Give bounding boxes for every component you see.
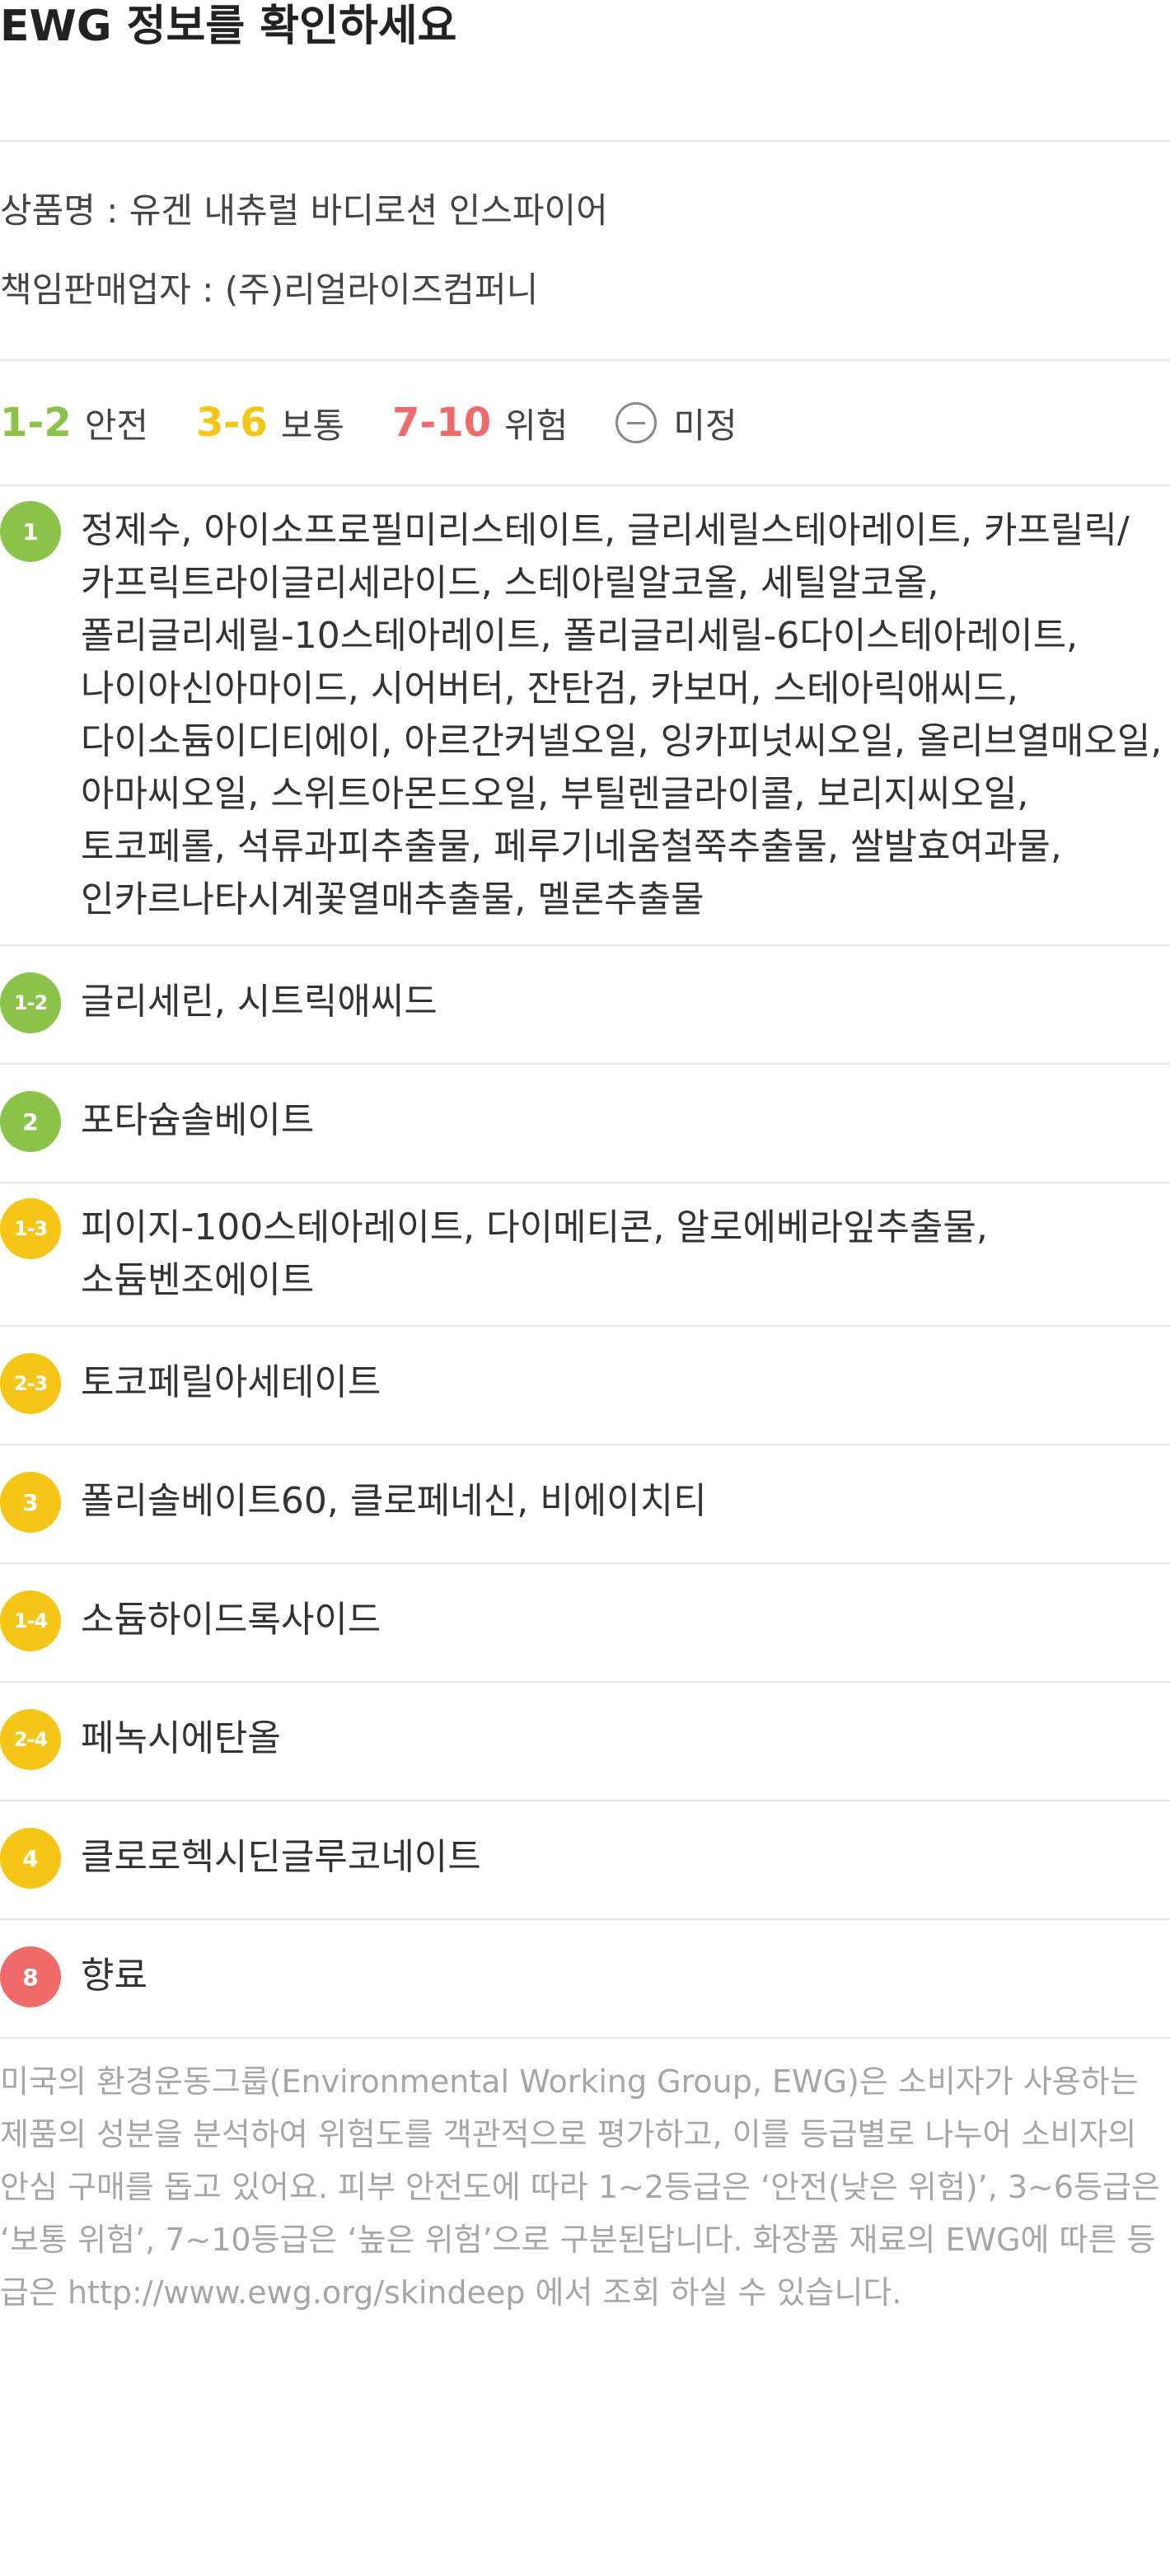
ingredient-names: 토코페릴아세테이트 xyxy=(81,1361,381,1403)
legend-label: 미정 xyxy=(673,405,737,446)
grade-badge: 4 xyxy=(0,1828,61,1889)
legend-grade: 1-2 xyxy=(0,400,72,446)
ingredient-row: 1-3 피이지-100스테아레이트, 다이메티콘, 알로에베라잎추출물, 소듐벤조… xyxy=(0,1182,1170,1325)
grade-badge: 1-3 xyxy=(0,1198,61,1259)
grade-legend: 1-2 안전 3-6 보통 7-10 위험 미정 xyxy=(0,361,1170,485)
ingredient-names: 클로로헥시딘글루코네이트 xyxy=(81,1836,481,1878)
ewg-info-page: EWG 정보를 확인하세요 상품명 : 유겐 내츄럴 바디로션 인스파이어 책임… xyxy=(0,0,1170,2319)
ingredient-names: 피이지-100스테아레이트, 다이메티콘, 알로에베라잎추출물, 소듐벤조에이트 xyxy=(81,1206,988,1301)
grade-badge: 3 xyxy=(0,1472,61,1533)
ingredient-names: 포타슘솔베이트 xyxy=(81,1099,315,1141)
legend-item-moderate: 3-6 보통 xyxy=(196,398,344,448)
grade-badge: 1 xyxy=(0,501,61,562)
ingredient-row: 3 폴리솔베이트60, 클로페네신, 비에이치티 xyxy=(0,1444,1170,1562)
legend-grade: 7-10 xyxy=(392,400,492,446)
ingredient-names: 페녹시에탄올 xyxy=(81,1717,281,1759)
legend-item-safe: 1-2 안전 xyxy=(0,398,148,448)
grade-badge: 8 xyxy=(0,1946,61,2007)
ewg-footnote: 미국의 환경운동그룹(Environmental Working Group, … xyxy=(0,2037,1170,2319)
grade-badge: 2 xyxy=(0,1091,61,1152)
legend-label: 안전 xyxy=(84,405,148,446)
ingredient-names: 향료 xyxy=(81,1955,147,1997)
ingredient-row: 1-4 소듐하이드록사이드 xyxy=(0,1562,1170,1681)
legend-item-high: 7-10 위험 xyxy=(392,398,568,448)
responsible-seller: 책임판매업자 : (주)리얼라이즈컴퍼니 xyxy=(0,269,539,310)
product-info: 상품명 : 유겐 내츄럴 바디로션 인스파이어 책임판매업자 : (주)리얼라이… xyxy=(0,142,1170,359)
ingredient-names: 정제수, 아이소프로필미리스테이트, 글리세릴스테아레이트, 카프릴릭/카프릭트… xyxy=(81,509,1163,920)
grade-badge: 2-4 xyxy=(0,1709,61,1770)
minus-circle-icon xyxy=(615,402,658,443)
ingredient-names: 소듐하이드록사이드 xyxy=(81,1599,381,1641)
ingredient-row: 4 클로로헥시딘글루코네이트 xyxy=(0,1800,1170,1918)
legend-label: 위험 xyxy=(504,405,569,446)
ingredient-names: 글리세린, 시트릭애씨드 xyxy=(81,981,438,1023)
ingredient-row: 8 향료 xyxy=(0,1918,1170,2037)
ingredient-list: 1 정제수, 아이소프로필미리스테이트, 글리세릴스테아레이트, 카프릴릭/카프릭… xyxy=(0,485,1170,2037)
grade-badge: 1-2 xyxy=(0,972,61,1033)
grade-badge: 2-3 xyxy=(0,1353,61,1414)
grade-badge: 1-4 xyxy=(0,1590,61,1651)
legend-grade: 3-6 xyxy=(196,400,268,446)
ingredient-row: 1 정제수, 아이소프로필미리스테이트, 글리세릴스테아레이트, 카프릴릭/카프릭… xyxy=(0,485,1170,944)
ingredient-row: 2-3 토코페릴아세테이트 xyxy=(0,1325,1170,1444)
ingredient-row: 1-2 글리세린, 시트릭애씨드 xyxy=(0,944,1170,1063)
legend-label: 보통 xyxy=(280,405,344,446)
product-name: 상품명 : 유겐 내츄럴 바디로션 인스파이어 xyxy=(0,190,608,231)
page-title: EWG 정보를 확인하세요 xyxy=(0,2,457,51)
ingredient-row: 2 포타슘솔베이트 xyxy=(0,1063,1170,1182)
ingredient-names: 폴리솔베이트60, 클로페네신, 비에이치티 xyxy=(81,1480,707,1522)
ingredient-row: 2-4 페녹시에탄올 xyxy=(0,1681,1170,1800)
legend-item-undetermined: 미정 xyxy=(615,398,737,448)
